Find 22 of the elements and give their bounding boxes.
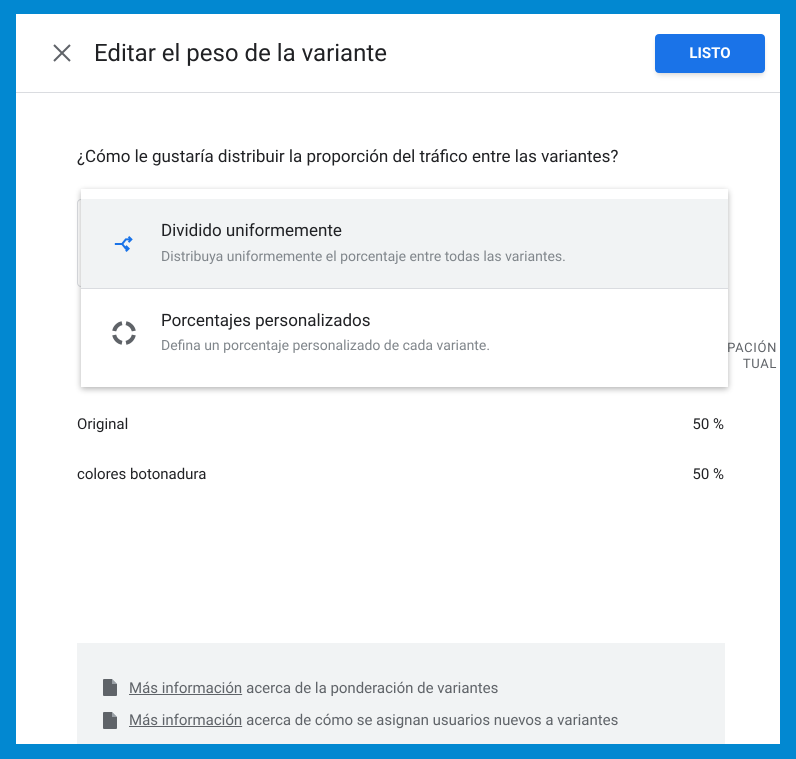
menu-item[interactable]: Porcentajes personalizados Defina un porcentaje personalizado de cada variante. [81,288,728,377]
dialog-title: Editar el peso de la variante [94,38,387,69]
document-icon [103,679,117,696]
column-header: PACIÓN TUAL [726,340,777,372]
variant-share: 50 % [692,464,724,484]
variant-share: 50 % [692,414,724,434]
ring-icon [111,320,137,346]
menu-item-description: Defina un porcentaje personalizado de cada variante. [161,337,490,356]
more-info-link[interactable]: Más información [129,709,242,732]
menu-item-description: Distribuya uniformemente el porcentaje entre todas las variantes. [161,248,566,267]
more-info-link[interactable]: Más información [129,676,242,699]
menu-item[interactable]: Dividido uniformemente Distribuya uniformemente el porcentaje entre todas las variantes. [81,199,728,288]
menu-item-label: Porcentajes personalizados [161,310,372,333]
menu-item-label: Dividido uniformemente [161,220,343,244]
info-text: acerca de cómo se asignan usuarios nuevos a variantes [246,710,618,731]
done-button[interactable]: LISTO [655,34,765,72]
info-text: acerca de la ponderación de variantes [246,678,498,698]
variant-name: Original [77,414,128,434]
variant-name: colores botonadura [77,464,206,484]
question-text: ¿Cómo le gustaría distribuir la proporción del tráfico entre las variantes? [77,146,620,169]
document-icon [103,712,117,729]
close-icon[interactable] [52,43,72,63]
